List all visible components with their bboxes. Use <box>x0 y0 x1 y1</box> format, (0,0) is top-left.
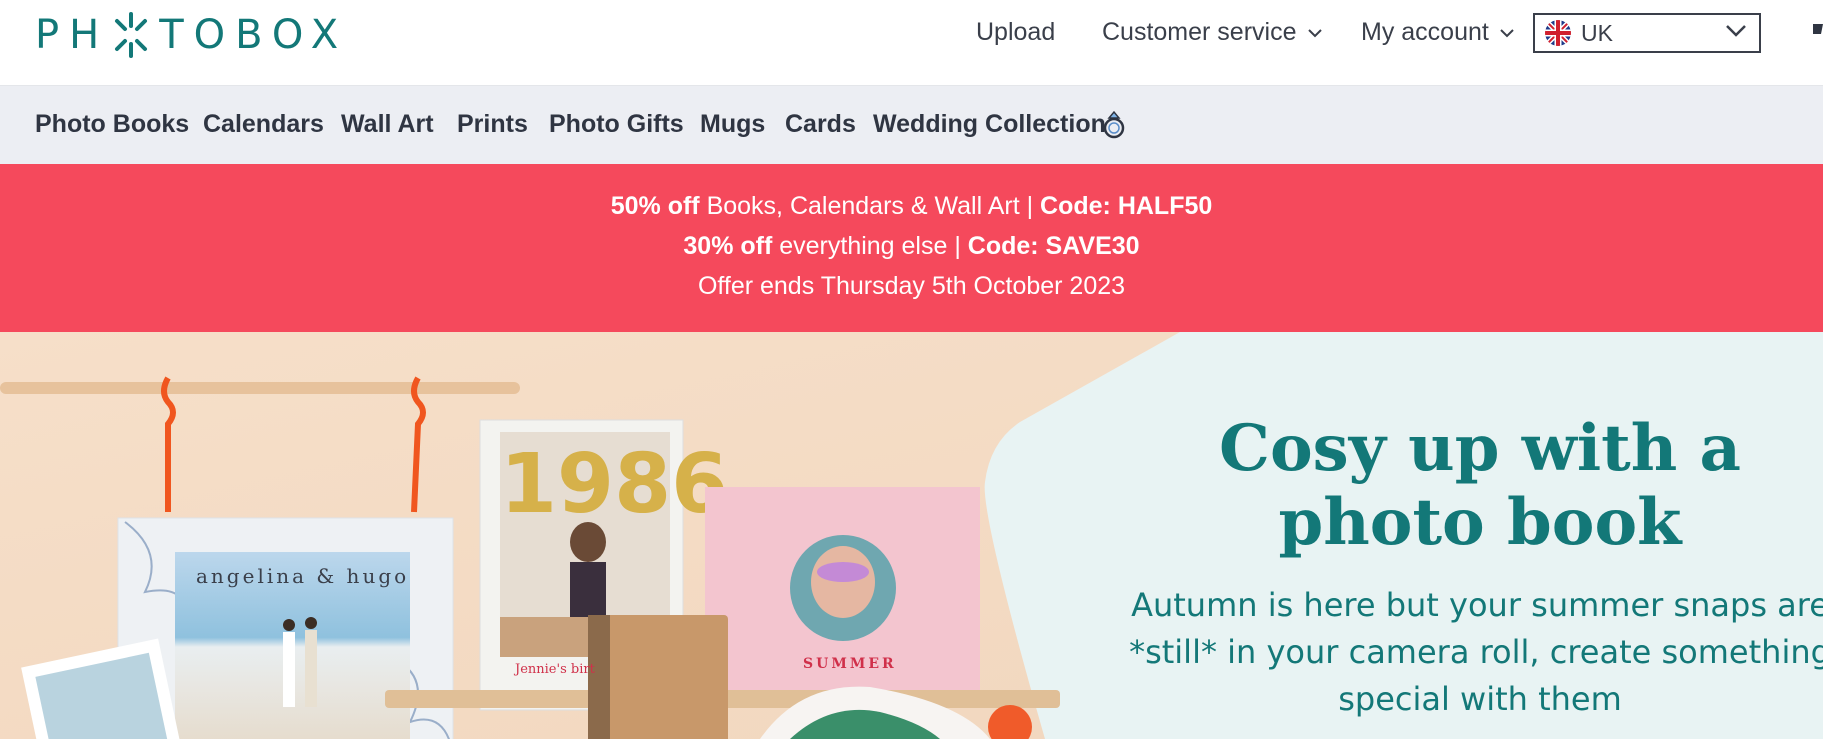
uk-flag-icon <box>1545 20 1571 46</box>
chevron-down-icon <box>1307 28 1322 37</box>
photobox-logo[interactable]: PH TOBOX <box>35 10 348 60</box>
promo-expiry: Offer ends Thursday 5th October 2023 <box>697 272 1126 300</box>
category-wall-art[interactable]: Wall Art <box>341 110 434 139</box>
country-value: UK <box>1581 19 1613 46</box>
category-wedding-collection[interactable]: Wedding Collection <box>873 110 1106 139</box>
category-calendars[interactable]: Calendars <box>203 110 324 139</box>
category-mugs[interactable]: Mugs <box>700 110 765 139</box>
chevron-down-icon <box>1500 28 1514 37</box>
category-photo-books[interactable]: Photo Books <box>35 110 189 139</box>
promo-line-2: 30% off everything else | Code: SAVE30 <box>0 232 1823 261</box>
hero-title-line-1: Cosy up with a <box>1219 411 1741 486</box>
promo-text-1: Books, Calendars & Wall Art | <box>699 192 1041 220</box>
promo-code-1: Code: HALF50 <box>1040 192 1213 220</box>
my-account-menu[interactable]: My account <box>1361 18 1515 47</box>
hero-banner[interactable]: 1986 angelina & hugo Jennie's birt SUMME… <box>0 332 1823 739</box>
basket-icon[interactable] <box>1813 22 1823 42</box>
category-photo-gifts[interactable]: Photo Gifts <box>549 110 684 139</box>
promo-text-2: everything else | <box>772 232 968 260</box>
upload-label: Upload <box>976 18 1056 46</box>
upload-link[interactable]: Upload <box>976 18 1055 47</box>
hero-subtitle-line-3: special with them <box>1338 680 1622 718</box>
birthday-cover-caption: Jennie's birt <box>515 662 595 677</box>
hero-title: Cosy up with a photo book <box>1100 412 1823 560</box>
wedding-cover-title: angelina & hugo <box>196 564 410 588</box>
chevron-down-icon <box>1726 25 1746 37</box>
hero-copy: Cosy up with a photo book Autumn is here… <box>1100 412 1823 723</box>
summer-book <box>705 487 980 707</box>
promo-code-2: Code: SAVE30 <box>967 232 1140 260</box>
category-prints[interactable]: Prints <box>457 110 528 139</box>
customer-service-menu[interactable]: Customer service <box>1102 18 1323 47</box>
hero-subtitle-line-2: *still* in your camera roll, create some… <box>1129 633 1823 671</box>
category-cards[interactable]: Cards <box>785 110 856 139</box>
svg-text:1986: 1986 <box>500 437 728 532</box>
promo-line-1: 50% off Books, Calendars & Wall Art | Co… <box>0 192 1823 221</box>
logo-text-tobox: TOBOX <box>159 12 349 58</box>
logo-spark-icon <box>115 12 148 58</box>
top-header: PH TOBOX Upload Customer service My acco… <box>0 0 1823 86</box>
promo-discount-1: 50% off <box>610 192 700 220</box>
ring-icon <box>1103 110 1125 139</box>
category-nav: Photo Books Calendars Wall Art Prints Ph… <box>0 86 1823 164</box>
summer-cover-title: SUMMER <box>803 656 897 672</box>
customer-service-label: Customer service <box>1102 18 1297 46</box>
promo-discount-2: 30% off <box>683 232 773 260</box>
promo-banner[interactable]: 50% off Books, Calendars & Wall Art | Co… <box>0 164 1823 332</box>
logo-text-ph: PH <box>35 12 110 58</box>
hero-subtitle-line-1: Autumn is here but your summer snaps are <box>1131 586 1823 624</box>
hero-subtitle: Autumn is here but your summer snaps are… <box>1100 582 1823 723</box>
my-account-label: My account <box>1361 18 1489 46</box>
hero-title-line-2: photo book <box>1278 485 1682 560</box>
country-selector[interactable]: UK <box>1533 13 1761 53</box>
